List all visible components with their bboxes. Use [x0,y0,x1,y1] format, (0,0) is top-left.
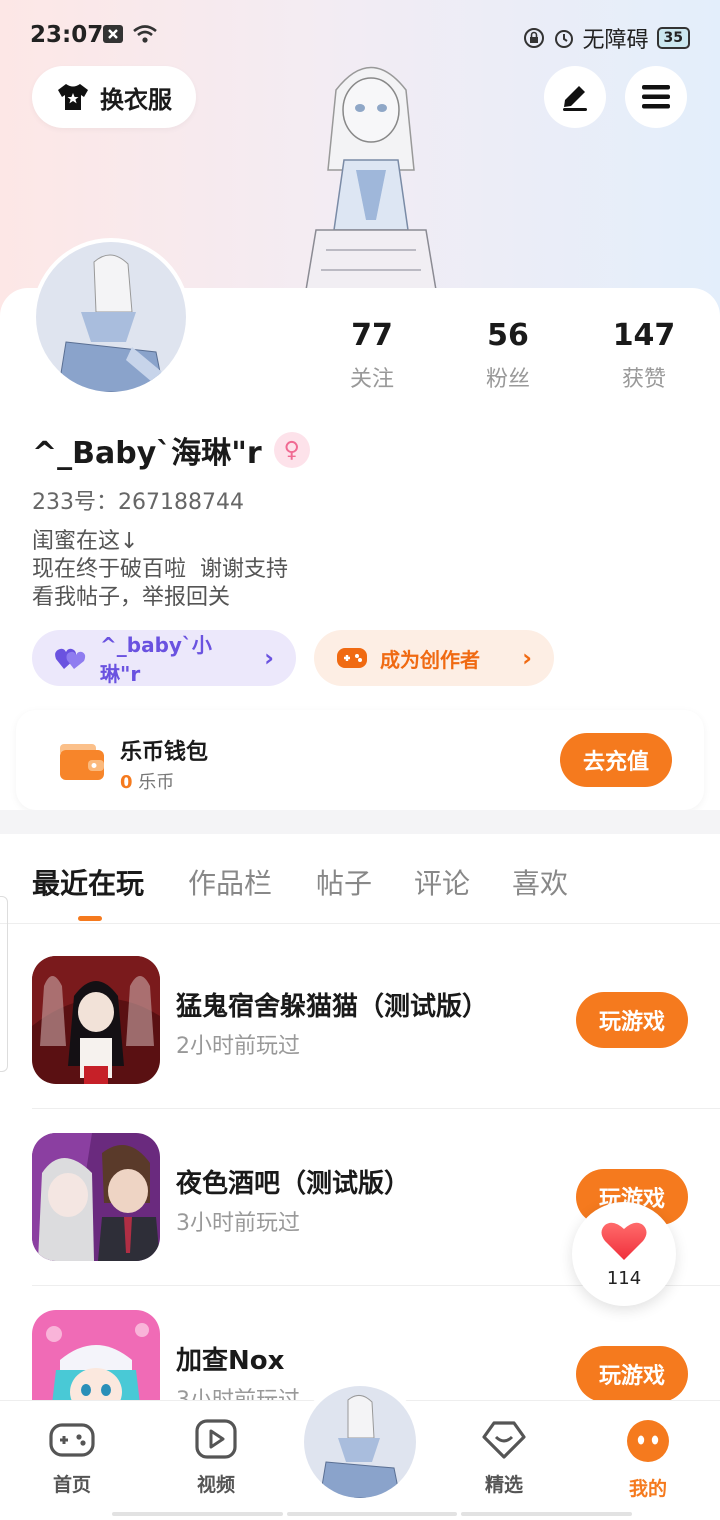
wallet-card[interactable]: 乐币钱包 0 乐币 去充值 [16,710,704,810]
edit-profile-button[interactable] [544,66,606,128]
bio: 闺蜜在这↓ 现在终于破百啦 谢谢支持 看我帖子，举报回关 [32,528,288,612]
gamepad-plus-icon [337,648,367,668]
accessibility-label: 无障碍 [582,28,649,53]
menu-button[interactable] [625,66,687,128]
bio-line: 现在终于破百啦 谢谢支持 [32,557,288,582]
heart-icon [601,1222,647,1260]
bio-line: 看我帖子，举报回关 [32,585,231,610]
nav-me-label: 我的 [628,1478,667,1500]
content-tabs: 最近在玩 作品栏 帖子 评论 喜欢 [0,834,720,924]
game-last-played: 2小时前玩过 [176,1034,300,1059]
double-heart-icon [55,648,86,669]
play-game-button[interactable]: 玩游戏 [576,1346,688,1402]
stat-following-label: 关注 [349,367,394,392]
stat-following-value: 77 [351,318,393,353]
wallet-icon [60,744,104,780]
wifi-icon [133,25,157,43]
nav-featured[interactable]: 精选 [454,1419,554,1497]
stat-followers-label: 粉丝 [485,367,530,392]
lock-rotation-icon [523,28,544,48]
nav-center-avatar[interactable] [298,1380,422,1504]
game-title: 猛鬼宿舍躲猫猫（测试版） [176,992,489,1022]
alarm-icon [554,30,573,48]
section-divider [0,810,720,834]
profile-avatar[interactable] [32,238,190,396]
change-outfit-button[interactable]: 换衣服 [32,66,196,128]
like-count: 114 [606,1268,642,1289]
stat-followers-value: 56 [487,318,529,353]
tab-comments[interactable]: 评论 [414,862,470,902]
nav-home[interactable]: 首页 [22,1419,122,1497]
game-icon [32,956,160,1084]
wallet-balance-unit: 乐币 [138,772,175,793]
menu-icon [642,85,670,109]
game-icon [32,1133,160,1261]
nav-video-label: 视频 [196,1474,235,1496]
face-icon [627,1420,669,1462]
chevron-right-icon: › [264,644,274,672]
home-indicator [112,1512,633,1516]
character-figure [305,66,437,290]
stat-following[interactable]: 77 关注 [312,318,432,393]
tab-recently-played[interactable]: 最近在玩 [32,862,144,902]
like-float-button[interactable]: 114 [572,1202,676,1306]
username-row: ^_Baby`海琳"r ♀ [32,428,310,472]
side-handle[interactable] [0,896,8,1072]
pen-icon [563,86,587,111]
friend-chip[interactable]: ^_baby`小琳"r › [32,630,296,686]
chevron-right-icon: › [522,644,532,672]
avatar-figure [57,254,165,392]
wallet-balance: 0 乐币 [120,768,174,794]
game-row[interactable]: 猛鬼宿舍躲猫猫（测试版） 2小时前玩过 玩游戏 [32,956,688,1086]
stat-followers[interactable]: 56 粉丝 [448,318,568,393]
heart-diamond-icon [482,1421,526,1459]
change-outfit-label: 换衣服 [100,85,172,114]
nav-home-label: 首页 [52,1474,91,1496]
close-box-icon [103,25,123,43]
friend-chip-label: ^_baby`小琳"r [100,633,212,686]
tab-indicator [78,916,102,921]
nav-me[interactable]: 我的 [598,1419,698,1501]
tab-posts[interactable]: 帖子 [316,862,372,902]
wallet-title: 乐币钱包 [120,740,209,765]
play-game-button[interactable]: 玩游戏 [576,992,688,1048]
nav-featured-label: 精选 [484,1474,523,1496]
avatar-figure [319,1395,401,1498]
stat-likes[interactable]: 147 获赞 [584,318,704,393]
status-time: 23:07 [30,22,104,48]
tab-works[interactable]: 作品栏 [188,862,272,902]
recharge-button[interactable]: 去充值 [560,733,672,787]
stat-likes-value: 147 [612,318,676,353]
game-title: 加查Nox [176,1346,285,1376]
user-id: 233号：267188744 [32,490,244,515]
female-icon: ♀ [273,432,310,468]
bio-line: 闺蜜在这↓ [32,529,139,554]
game-title: 夜色酒吧（测试版） [176,1169,411,1199]
tshirt-icon [58,84,88,110]
gamepad-icon [49,1423,95,1457]
row-divider [32,1108,720,1109]
become-creator-chip[interactable]: 成为创作者 › [314,630,554,686]
stat-likes-label: 获赞 [621,367,666,392]
play-icon [195,1419,237,1459]
wallet-balance-value: 0 [120,772,133,793]
nav-video[interactable]: 视频 [166,1419,266,1497]
battery-indicator: 35 [656,27,690,49]
tab-likes[interactable]: 喜欢 [512,862,568,902]
username: ^_Baby`海琳"r [32,436,262,471]
become-creator-label: 成为创作者 [380,647,480,672]
game-last-played: 3小时前玩过 [176,1211,300,1236]
